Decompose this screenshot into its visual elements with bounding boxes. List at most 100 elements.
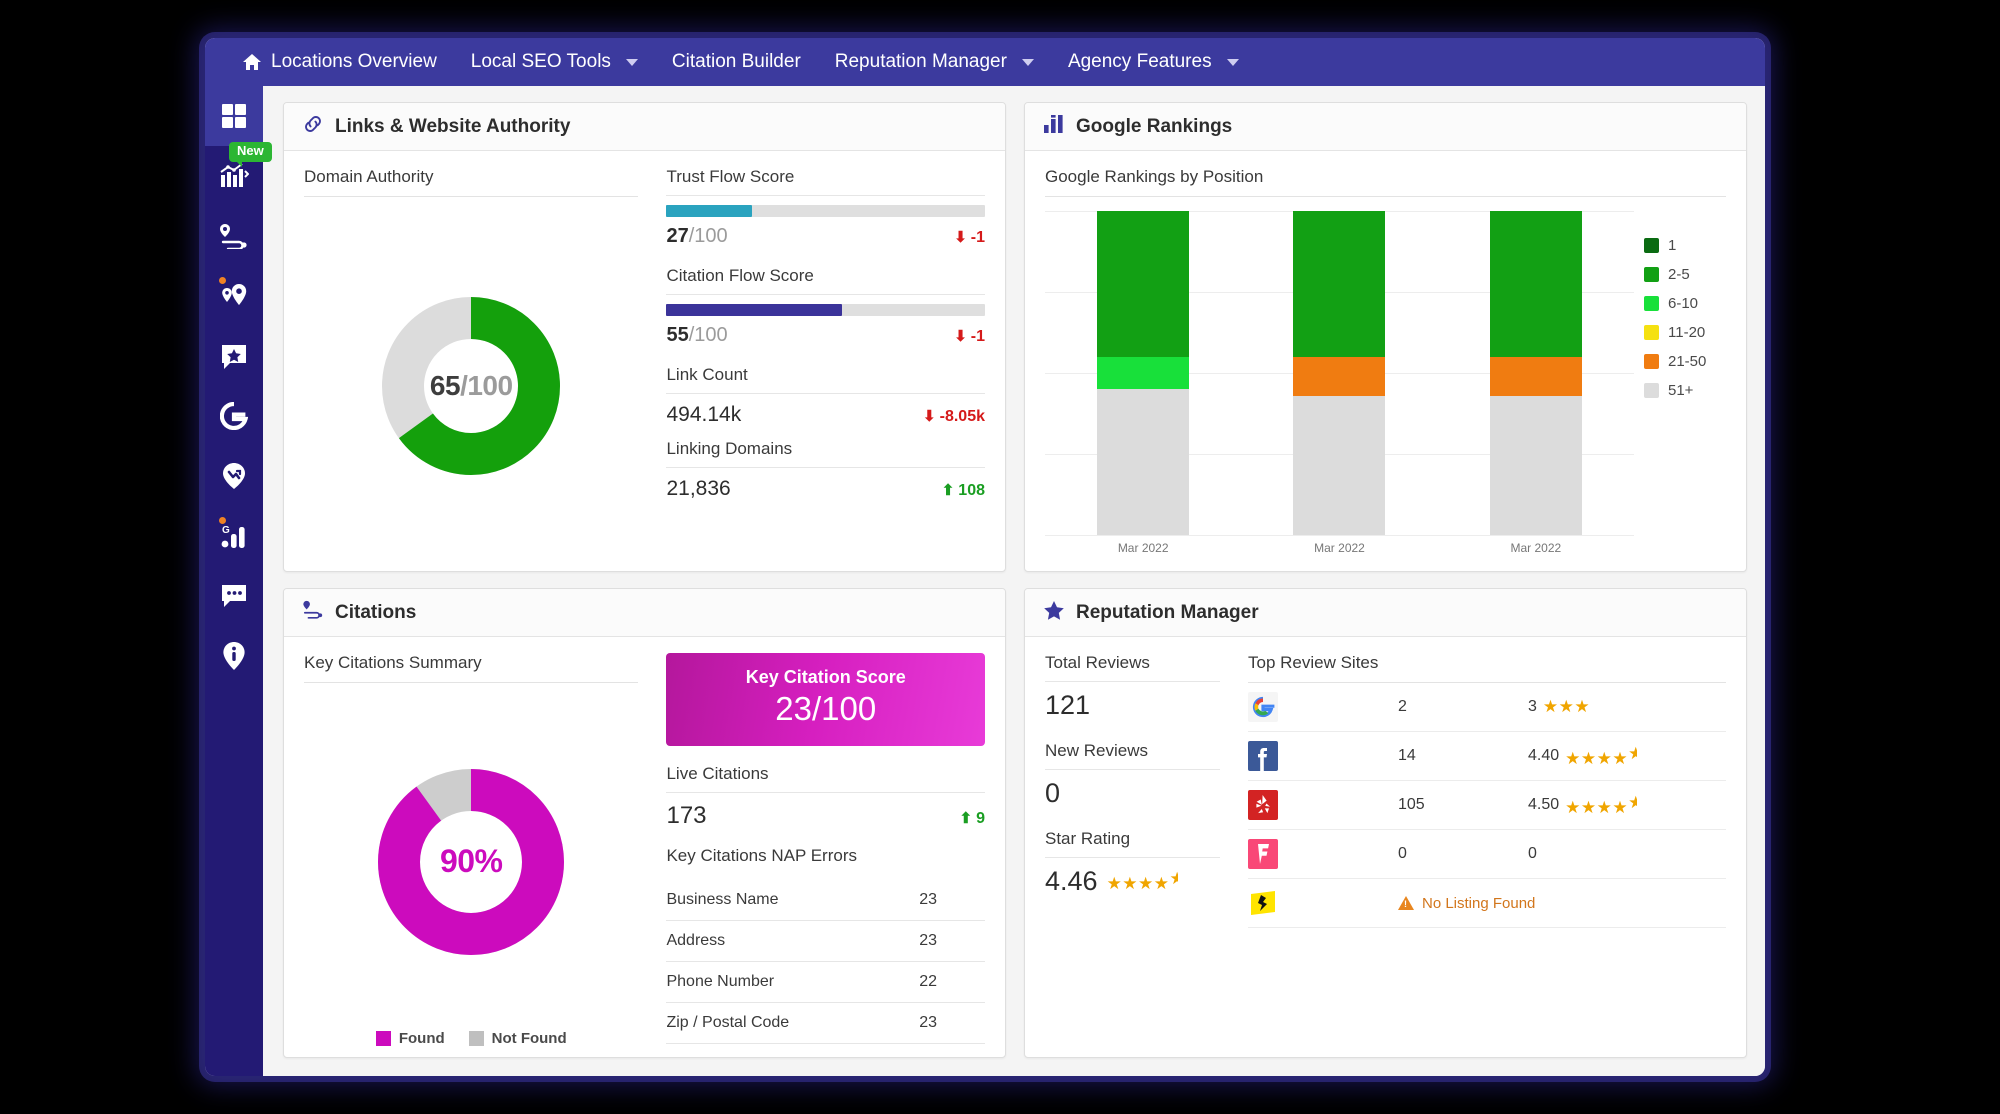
sidebar-item-local-rankings[interactable] bbox=[205, 266, 263, 326]
bar-chart-icon bbox=[1043, 114, 1065, 139]
card-google-rankings: Google Rankings Google Rankings by Posit… bbox=[1024, 102, 1747, 572]
nav-item-reputation-manager[interactable]: Reputation Manager bbox=[818, 38, 1051, 86]
card-body: Key Citations Summary 90% bbox=[284, 637, 1005, 1057]
legend-item-6-10[interactable]: 6-10 bbox=[1644, 295, 1726, 312]
review-site-count: 2 bbox=[1398, 698, 1528, 716]
rankings-subtitle: Google Rankings by Position bbox=[1045, 167, 1726, 197]
live-citations-label: Live Citations bbox=[666, 764, 985, 793]
legend-swatch bbox=[1644, 296, 1659, 311]
sidebar-item-messages[interactable] bbox=[205, 566, 263, 626]
review-site-row[interactable]: 00 bbox=[1248, 830, 1726, 879]
legend-item-21-50[interactable]: 21-50 bbox=[1644, 353, 1726, 370]
nap-error-name: Address bbox=[666, 932, 725, 950]
nap-error-value: 22 bbox=[919, 973, 985, 991]
trust-flow-label: Trust Flow Score bbox=[666, 167, 985, 196]
legend-label: 51+ bbox=[1668, 382, 1693, 399]
total-reviews-label: Total Reviews bbox=[1045, 653, 1220, 682]
star-rating-label: Star Rating bbox=[1045, 829, 1220, 858]
key-citation-score-box: Key Citation Score 23/100 bbox=[666, 653, 985, 746]
link-count-metric: Link Count 494.14k ⬇ -8.05k bbox=[666, 365, 985, 427]
card-header: Reputation Manager bbox=[1025, 589, 1746, 637]
key-citations-summary-label: Key Citations Summary bbox=[304, 653, 638, 683]
arrow-down-icon: ⬇ bbox=[923, 409, 936, 424]
domain-authority-value: 65/100 bbox=[381, 296, 561, 476]
info-pin-icon bbox=[221, 641, 247, 671]
legend-swatch bbox=[469, 1031, 484, 1046]
arrow-up-icon: ⬆ bbox=[942, 483, 955, 498]
review-site-row[interactable]: 144.40★★★★★ bbox=[1248, 732, 1726, 781]
nap-error-name: Zip / Postal Code bbox=[666, 1014, 789, 1032]
linking-domains-metric: Linking Domains 21,836 ⬆ 108 bbox=[666, 439, 985, 501]
chart-bar-segment-51+ bbox=[1293, 396, 1385, 535]
google-logo-icon bbox=[1248, 692, 1278, 722]
sidebar-item-dashboard[interactable] bbox=[205, 86, 263, 146]
citation-flow-value: 55/100 bbox=[666, 324, 727, 347]
sidebar-item-citations[interactable] bbox=[205, 206, 263, 266]
review-site-row[interactable]: 23★★★ bbox=[1248, 683, 1726, 732]
live-citations-metric: Live Citations 173 ⬆ 9 bbox=[666, 764, 985, 830]
arrow-down-icon: ⬇ bbox=[954, 230, 967, 245]
nav-item-citation-builder[interactable]: Citation Builder bbox=[655, 38, 818, 86]
sidebar-item-info[interactable] bbox=[205, 626, 263, 686]
review-site-rating-value: 4.50 bbox=[1528, 796, 1559, 814]
messages-bubble-icon bbox=[219, 583, 249, 609]
review-site-row[interactable]: No Listing Found bbox=[1248, 879, 1726, 928]
dashboard-grid-icon bbox=[220, 102, 248, 130]
review-site-row[interactable]: 1054.50★★★★★ bbox=[1248, 781, 1726, 830]
new-reviews-value: 0 bbox=[1045, 778, 1220, 809]
google-g-icon bbox=[220, 402, 248, 430]
legend-label: 6-10 bbox=[1668, 295, 1698, 312]
total-reviews-value: 121 bbox=[1045, 690, 1220, 721]
dashboard-content: Links & Website Authority Domain Authori… bbox=[263, 86, 1765, 1076]
nap-errors-section: Key Citations NAP Errors Business Name23… bbox=[666, 846, 985, 1044]
trust-flow-metric: Trust Flow Score 27/100 ⬇ -1 bbox=[666, 167, 985, 248]
nav-item-local-seo-tools[interactable]: Local SEO Tools bbox=[454, 38, 655, 86]
trust-flow-value: 27/100 bbox=[666, 225, 727, 248]
legend-swatch bbox=[1644, 238, 1659, 253]
nav-item-locations-overview[interactable]: Locations Overview bbox=[225, 38, 454, 86]
nav-item-agency-features[interactable]: Agency Features bbox=[1051, 38, 1256, 86]
sidebar-item-location-health[interactable] bbox=[205, 446, 263, 506]
chevron-down-icon bbox=[626, 59, 638, 66]
new-reviews-metric: New Reviews 0 bbox=[1045, 741, 1220, 809]
chart-bar-segment-21-50 bbox=[1293, 357, 1385, 396]
chart-bar-segment-2-5 bbox=[1490, 211, 1582, 357]
total-reviews-metric: Total Reviews 121 bbox=[1045, 653, 1220, 721]
legend-item-11-20[interactable]: 11-20 bbox=[1644, 324, 1726, 341]
nav-label: Agency Features bbox=[1068, 51, 1212, 73]
legend-item-2-5[interactable]: 2-5 bbox=[1644, 266, 1726, 283]
legend-label: 21-50 bbox=[1668, 353, 1706, 370]
key-citation-score-value: 23/100 bbox=[666, 690, 985, 728]
yellowpages-logo-icon bbox=[1248, 888, 1278, 918]
review-site-count: 0 bbox=[1398, 845, 1528, 863]
legend-item-1[interactable]: 1 bbox=[1644, 237, 1726, 254]
sidebar-item-rank-tracker[interactable]: New bbox=[205, 146, 263, 206]
nap-error-row: Address 23 bbox=[666, 921, 985, 962]
citation-flow-delta: ⬇ -1 bbox=[954, 328, 985, 346]
citations-route-icon bbox=[219, 223, 249, 249]
map-pins-icon bbox=[218, 282, 250, 310]
trust-flow-delta: ⬇ -1 bbox=[954, 229, 985, 247]
chart-x-axis: Mar 2022Mar 2022Mar 2022 bbox=[1045, 535, 1634, 561]
chart-bar bbox=[1097, 211, 1189, 535]
link-count-label: Link Count bbox=[666, 365, 985, 394]
chart-bar-segment-51+ bbox=[1490, 396, 1582, 535]
no-listing-text: No Listing Found bbox=[1422, 895, 1535, 912]
nav-label: Locations Overview bbox=[271, 51, 437, 73]
citation-flow-label: Citation Flow Score bbox=[666, 266, 985, 295]
review-site-logo bbox=[1248, 692, 1398, 722]
nap-error-value: 23 bbox=[919, 891, 985, 909]
review-site-logo bbox=[1248, 888, 1398, 918]
star-rating-value: 4.46 bbox=[1045, 866, 1098, 897]
chart-bar-segment-2-5 bbox=[1293, 211, 1385, 357]
sidebar-item-google[interactable] bbox=[205, 386, 263, 446]
sidebar-item-google-analytics[interactable]: G bbox=[205, 506, 263, 566]
legend-item-51+[interactable]: 51+ bbox=[1644, 382, 1726, 399]
legend-item-not-found: Not Found bbox=[469, 1030, 567, 1047]
sidebar-item-reviews[interactable] bbox=[205, 326, 263, 386]
chart-bars bbox=[1045, 211, 1634, 535]
legend-label: 11-20 bbox=[1668, 324, 1705, 341]
top-review-sites-rows: 23★★★144.40★★★★★1054.50★★★★★00 No Listing… bbox=[1248, 683, 1726, 928]
nap-error-value: 23 bbox=[919, 932, 985, 950]
card-body: Total Reviews 121 New Reviews 0 Star Rat… bbox=[1025, 637, 1746, 1057]
